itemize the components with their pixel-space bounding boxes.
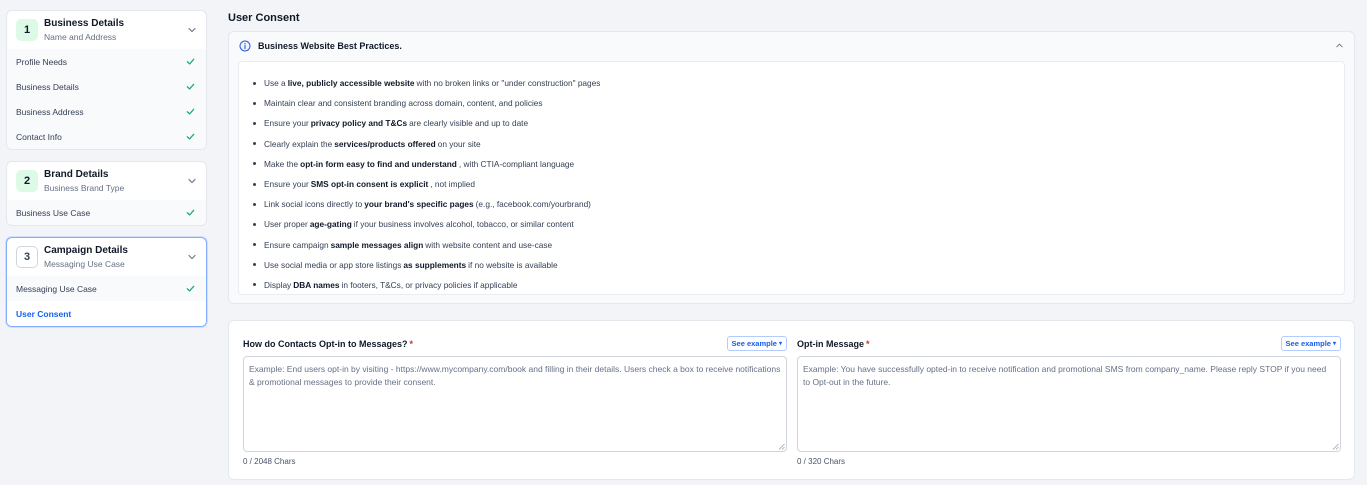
sidebar-item-label: Business Address — [16, 106, 84, 117]
see-example-button[interactable]: See example ▾ — [1280, 336, 1341, 351]
sidebar-item-label: Profile Needs — [16, 56, 68, 67]
chevron-down-icon[interactable] — [187, 252, 197, 262]
list-item: User proper age-gating if your business in… — [253, 214, 1344, 234]
sidebar-item-messaging-use-case[interactable]: Messaging Use Case — [7, 276, 206, 301]
bullet-icon — [253, 222, 256, 226]
bullet-icon — [253, 182, 256, 186]
required-marker: * — [866, 338, 870, 349]
list-item: Display DBA names in footers, T&Cs, or pri… — [253, 275, 1344, 295]
best-practices-header[interactable]: Business Website Best Practices. — [229, 32, 1354, 59]
check-circle-icon — [186, 58, 195, 65]
step-card-brand-details: 2 Brand Details Business Brand Type Busi… — [6, 161, 207, 226]
sidebar-item-label: User Consent — [16, 308, 72, 319]
stepper-sidebar: 1 Business Details Name and Address Prof… — [6, 10, 207, 338]
check-circle-icon — [186, 285, 195, 292]
check-circle-icon — [186, 209, 195, 216]
sidebar-item-profile-needs[interactable]: Profile Needs — [7, 49, 206, 74]
step-title: Business Details — [44, 17, 125, 29]
step-card-campaign-details: 3 Campaign Details Messaging Use Case Me… — [6, 237, 207, 327]
sidebar-item-label: Business Details — [16, 81, 79, 92]
bullet-icon — [253, 263, 256, 267]
list-item: Ensure your SMS opt-in consent is explici… — [253, 174, 1344, 194]
step-title: Brand Details — [44, 168, 109, 180]
step-subtitle: Name and Address — [44, 31, 117, 42]
bullet-icon — [253, 121, 256, 125]
list-item: Use social media or app store listings as… — [253, 255, 1344, 275]
list-item: Link social icons directly to your brand'… — [253, 194, 1344, 214]
see-example-button[interactable]: See example ▾ — [726, 336, 787, 351]
optin-method-textarea[interactable] — [243, 356, 787, 452]
sidebar-item-label: Business Use Case — [16, 207, 91, 218]
step-header-business-details[interactable]: 1 Business Details Name and Address — [7, 11, 206, 49]
optin-method-field: How do Contacts Opt-in to Messages? * See… — [243, 336, 787, 466]
best-practices-panel: Business Website Best Practices. Use a li… — [228, 31, 1355, 304]
step-number: 3 — [16, 246, 38, 268]
field-label: How do Contacts Opt-in to Messages? * — [243, 338, 414, 349]
best-practices-list: Use a live, publicly accessible website wi… — [238, 61, 1345, 295]
bullet-icon — [253, 243, 256, 247]
step-subtitle: Business Brand Type — [44, 182, 125, 193]
bullet-icon — [253, 162, 256, 166]
optin-message-textarea[interactable] — [797, 356, 1341, 452]
bullet-icon — [253, 101, 256, 105]
step-title: Campaign Details — [44, 244, 128, 256]
bullet-icon — [253, 81, 256, 85]
bullet-icon — [253, 142, 256, 146]
list-item: Maintain clear and consistent branding a… — [253, 93, 1344, 113]
list-item: Use a live, publicly accessible website wi… — [253, 73, 1344, 93]
info-circle-icon — [239, 40, 251, 51]
chevron-down-icon: ▾ — [1332, 341, 1336, 347]
field-label: Opt-in Message * — [797, 338, 870, 349]
char-counter: 0 / 2048 Chars — [243, 457, 296, 466]
step-items: Business Use Case — [7, 200, 206, 225]
step-header-campaign-details[interactable]: 3 Campaign Details Messaging Use Case — [7, 238, 206, 276]
resize-grip-icon[interactable] — [1332, 443, 1339, 450]
sidebar-item-label: Contact Info — [16, 131, 62, 142]
sidebar-item-business-details[interactable]: Business Details — [7, 74, 206, 99]
step-header-brand-details[interactable]: 2 Brand Details Business Brand Type — [7, 162, 206, 200]
sidebar-item-user-consent[interactable]: User Consent — [7, 301, 206, 326]
bullet-icon — [253, 283, 256, 287]
chevron-down-icon: ▾ — [778, 341, 782, 347]
best-practices-title: Business Website Best Practices. — [258, 40, 402, 51]
required-marker: * — [409, 338, 414, 349]
step-card-business-details: 1 Business Details Name and Address Prof… — [6, 10, 207, 150]
bullet-icon — [253, 202, 256, 206]
step-subtitle: Messaging Use Case — [44, 258, 125, 269]
check-circle-icon — [186, 108, 195, 115]
step-items: Messaging Use Case User Consent — [7, 276, 206, 326]
chevron-up-icon[interactable] — [1335, 41, 1344, 50]
step-number: 2 — [16, 170, 38, 192]
char-counter: 0 / 320 Chars — [797, 457, 846, 466]
step-items: Profile Needs Business Details Business … — [7, 49, 206, 149]
list-item: Ensure your privacy policy and T&Cs are cl… — [253, 113, 1344, 133]
chevron-down-icon[interactable] — [187, 25, 197, 35]
sidebar-item-contact-info[interactable]: Contact Info — [7, 124, 206, 149]
resize-grip-icon[interactable] — [778, 443, 785, 450]
consent-form-card: How do Contacts Opt-in to Messages? * See… — [228, 320, 1355, 480]
chevron-down-icon[interactable] — [187, 176, 197, 186]
sidebar-item-business-address[interactable]: Business Address — [7, 99, 206, 124]
step-number: 1 — [16, 19, 38, 41]
page-title: User Consent — [228, 12, 300, 24]
list-item: Ensure campaign sample messages align with… — [253, 235, 1344, 255]
sidebar-item-label: Messaging Use Case — [16, 283, 97, 294]
list-item: Make the opt-in form easy to find and und… — [253, 154, 1344, 174]
check-circle-icon — [186, 83, 195, 90]
sidebar-item-business-use-case[interactable]: Business Use Case — [7, 200, 206, 225]
check-circle-icon — [186, 133, 195, 140]
optin-message-field: Opt-in Message* See example▾ 0 / 320 Cha… — [797, 336, 1341, 466]
list-item: Clearly explain the services/products off… — [253, 134, 1344, 154]
